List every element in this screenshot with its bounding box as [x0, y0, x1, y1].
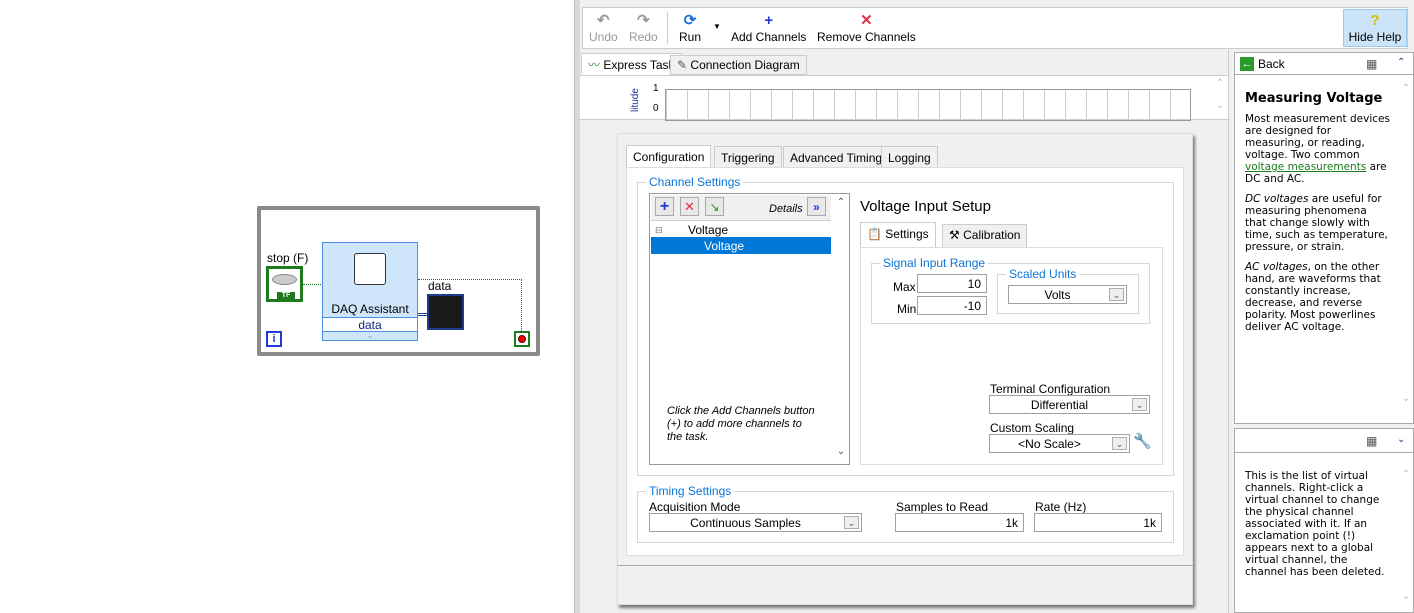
toolbar: ↶ Undo ↷ Redo ⟳ Run ▼ + Add Channels ✕ Remove… — [582, 7, 1408, 49]
x-icon: ✕ — [860, 12, 873, 29]
scroll-down-icon[interactable]: ⌄ — [1398, 393, 1414, 404]
rate-input[interactable]: 1k — [1034, 513, 1162, 532]
tab-settings[interactable]: 📋 Settings — [860, 222, 936, 248]
daq-icon — [354, 253, 386, 285]
window-layout-icon[interactable]: ▦ — [1366, 434, 1377, 448]
graph-label: data — [428, 279, 452, 293]
samples-to-read-input[interactable]: 1k — [895, 513, 1024, 532]
chevron-down-icon: ⌄ — [844, 516, 859, 529]
collapse-icon[interactable]: ⌃ — [1397, 57, 1405, 68]
tab-advanced-timing[interactable]: Advanced Timing — [783, 146, 890, 168]
context-help-pane: ▦ ⌄ This is the list of virtual channels… — [1234, 428, 1414, 613]
tab-calibration[interactable]: ⚒ Calibration — [942, 224, 1028, 248]
stop-control-terminal[interactable]: TF — [266, 266, 303, 302]
scroll-up-icon[interactable]: ⌃ — [1212, 78, 1228, 89]
back-button[interactable]: Back — [1258, 57, 1285, 71]
stop-label: stop (F) — [267, 251, 309, 265]
tab-connection-diagram[interactable]: ✎ Connection Diagram — [670, 55, 807, 75]
add-channels-hint: Click the Add Channels button (+) to add… — [667, 405, 815, 443]
channel-list[interactable]: + ✕ ↘ Details » ⌃ ⌄ ⊟ Voltage Voltage Cl… — [649, 193, 850, 465]
add-channel-button[interactable]: + — [655, 197, 674, 216]
scaled-units-select[interactable]: Volts ⌄ — [1008, 285, 1127, 304]
setup-title: Voltage Input Setup — [860, 198, 991, 215]
scroll-down-icon[interactable]: ⌄ — [1212, 100, 1228, 111]
calibration-icon: ⚒ — [949, 228, 960, 242]
scroll-up-icon[interactable]: ⌃ — [833, 197, 849, 208]
redo-icon: ↷ — [637, 12, 650, 29]
redo-button[interactable]: ↷ Redo — [629, 12, 658, 44]
remove-channel-button[interactable]: ✕ — [680, 197, 699, 216]
collapse-icon[interactable]: ⊟ — [655, 225, 663, 236]
custom-scaling-select[interactable]: <No Scale> ⌄ — [989, 434, 1130, 453]
acquisition-mode-select[interactable]: Continuous Samples ⌄ — [649, 513, 862, 532]
waveform-icon: 〰 — [588, 58, 601, 72]
help-title: Measuring Voltage — [1245, 91, 1383, 106]
details-label: Details — [769, 203, 803, 215]
wire — [418, 313, 427, 316]
tree-item-voltage-task[interactable]: Voltage — [688, 223, 728, 237]
back-arrow-icon[interactable]: ← — [1240, 57, 1254, 71]
undo-icon: ↶ — [597, 12, 610, 29]
tab-configuration[interactable]: Configuration — [626, 145, 712, 168]
help-pane: ← Back ▦ ⌃ Measuring Voltage Most measur… — [1234, 52, 1414, 424]
min-input[interactable]: -10 — [917, 296, 987, 315]
expand-icon[interactable]: ⌄ — [1397, 434, 1405, 445]
window-layout-icon[interactable]: ▦ — [1366, 57, 1377, 71]
hide-help-button[interactable]: ? Hide Help — [1343, 9, 1407, 47]
expand-chevron-icon[interactable]: ⌄ — [323, 331, 417, 340]
waveform-graph-indicator[interactable] — [427, 294, 464, 330]
run-dropdown-icon[interactable]: ▼ — [713, 22, 721, 31]
stop-condition-terminal[interactable] — [514, 331, 530, 347]
help-icon: ? — [1370, 12, 1380, 29]
details-expand-button[interactable]: » — [807, 197, 826, 216]
pencil-icon: ✎ — [677, 58, 688, 72]
undo-button[interactable]: ↶ Undo — [589, 12, 618, 44]
iteration-terminal: i — [266, 331, 282, 347]
plot-area — [665, 89, 1191, 121]
max-input[interactable]: 10 — [917, 274, 987, 293]
tab-express-task[interactable]: 〰 Express Task — [581, 53, 682, 75]
chevron-down-icon: ⌄ — [1112, 437, 1127, 450]
data-output-terminal[interactable]: data — [323, 317, 417, 332]
terminal-configuration-select[interactable]: Differential ⌄ — [989, 395, 1150, 414]
daq-assistant-node[interactable]: DAQ Assistant data ⌄ — [322, 242, 418, 341]
scroll-down-icon[interactable]: ⌄ — [833, 446, 849, 457]
chevron-down-icon: ⌄ — [1109, 288, 1124, 301]
tree-item-voltage-channel[interactable]: Voltage — [651, 237, 831, 254]
scroll-down-icon[interactable]: ⌄ — [1398, 591, 1414, 602]
run-icon: ⟳ — [683, 12, 697, 29]
plus-icon: + — [764, 12, 774, 29]
tab-logging[interactable]: Logging — [881, 146, 938, 168]
tab-triggering[interactable]: Triggering — [714, 146, 782, 168]
wire — [303, 284, 323, 285]
remove-channels-button[interactable]: ✕ Remove Channels — [817, 12, 916, 44]
voltage-measurements-link[interactable]: voltage measurements — [1245, 161, 1366, 173]
run-button[interactable]: ⟳ Run — [679, 12, 701, 44]
wrench-icon[interactable]: 🔧 — [1133, 432, 1152, 450]
scroll-up-icon[interactable]: ⌃ — [1398, 469, 1414, 480]
chevron-down-icon: ⌄ — [1132, 398, 1147, 411]
change-channel-button[interactable]: ↘ — [705, 197, 724, 216]
settings-icon: 📋 — [867, 227, 882, 241]
add-channels-button[interactable]: + Add Channels — [731, 12, 806, 44]
scroll-up-icon[interactable]: ⌃ — [1398, 83, 1414, 94]
preview-graph: litude 1 0 ⌃ ⌄ — [580, 75, 1230, 121]
wire — [521, 279, 522, 331]
